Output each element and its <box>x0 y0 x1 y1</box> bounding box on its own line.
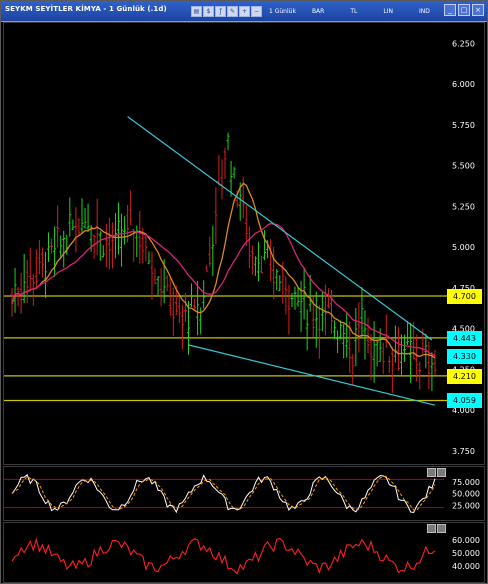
chart-window: SEYKM SEYİTLER KİMYA - 1 Günlük (.1d) ▤ … <box>0 0 488 584</box>
rsi-axis-tick: 60.000 <box>452 536 480 545</box>
stochastic-panel[interactable]: 75.000 50.000 25.000 <box>3 466 485 521</box>
price-chart-panel[interactable]: 6.2506.0005.7505.5005.2505.0004.7504.500… <box>3 22 485 465</box>
level-tag-4700: 4.700 <box>447 288 482 304</box>
price-axis-tick: 6.250 <box>452 39 475 48</box>
minimize-icon[interactable]: _ <box>444 4 456 16</box>
indicator-selector[interactable]: IND <box>419 8 430 15</box>
period-selector[interactable]: 1 Günlük <box>269 8 296 15</box>
level-tag-4059: 4.059 <box>447 393 482 409</box>
zoom-in-icon[interactable]: + <box>239 5 250 17</box>
price-axis-tick: 5.250 <box>452 202 475 211</box>
pencil-icon[interactable]: ✎ <box>227 5 238 17</box>
close-icon[interactable]: × <box>472 4 484 16</box>
zoom-out-icon[interactable]: − <box>251 5 262 17</box>
rsi-line <box>11 537 436 575</box>
stochastic-axis-tick: 75.000 <box>452 478 480 487</box>
price-axis-tick: 6.000 <box>452 80 475 89</box>
stochastic-axis-tick: 50.000 <box>452 490 480 499</box>
rsi-axis-tick: 50.000 <box>452 549 480 558</box>
formula-icon[interactable]: ƒ <box>215 5 226 17</box>
chart-toolbar: ▤ $ ƒ ✎ + − 1 Günlük BAR TL LIN IND <box>191 4 430 18</box>
price-axis-tick: 3.750 <box>452 447 475 456</box>
chart-icon[interactable]: ▤ <box>191 5 202 17</box>
price-chart: 6.2506.0005.7505.5005.2505.0004.7504.500… <box>4 39 475 456</box>
title-bar[interactable]: SEYKM SEYİTLER KİMYA - 1 Günlük (.1d) ▤ … <box>1 1 487 22</box>
price-axis-tick: 5.750 <box>452 121 475 130</box>
stochastic-d-line <box>11 475 436 511</box>
level-tag-4210: 4.210 <box>447 368 482 384</box>
stochastic-chart: 75.000 50.000 25.000 <box>4 473 480 514</box>
scale-selector[interactable]: LIN <box>383 8 393 15</box>
window-controls: _ □ × <box>442 4 484 16</box>
window-title: SEYKM SEYİTLER KİMYA - 1 Günlük (.1d) <box>5 5 167 13</box>
rsi-axis-tick: 40.000 <box>452 562 480 571</box>
dollar-icon[interactable]: $ <box>203 5 214 17</box>
stochastic-axis-tick: 25.000 <box>452 501 480 510</box>
price-axis-tick: 5.500 <box>452 162 475 171</box>
maximize-icon[interactable]: □ <box>458 4 470 16</box>
chart-type-selector[interactable]: BAR <box>312 8 324 15</box>
currency-selector[interactable]: TL <box>350 8 357 15</box>
level-tag-4443: 4.443 <box>447 330 482 346</box>
rsi-panel[interactable]: 60.000 50.000 40.000 <box>3 522 485 583</box>
price-axis-tick: 5.000 <box>452 243 475 252</box>
last-price-tag: 4.330 <box>447 349 482 365</box>
rsi-chart: 60.000 50.000 40.000 <box>11 536 480 575</box>
